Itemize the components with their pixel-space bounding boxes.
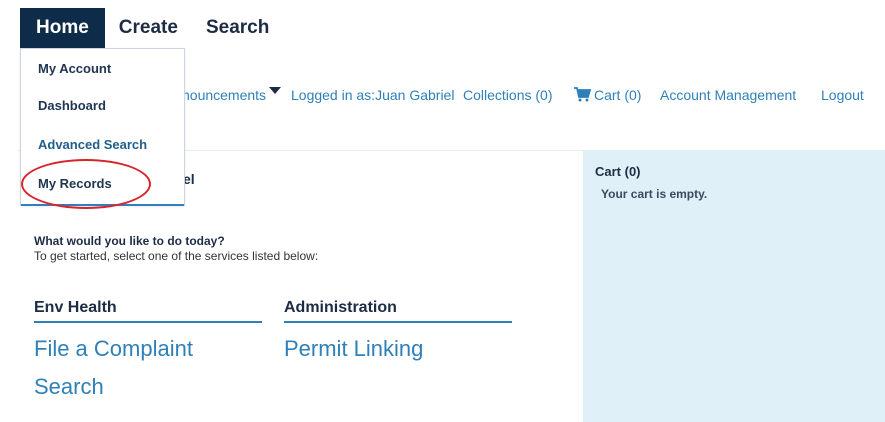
collections-link[interactable]: Collections (0) (463, 87, 552, 103)
menu-item-my-records[interactable]: My Records (38, 176, 112, 191)
section-administration: Administration (284, 299, 397, 316)
tab-home[interactable]: Home (20, 8, 105, 48)
logged-in-link[interactable]: Logged in as:Juan Gabriel (291, 87, 454, 103)
menu-item-advanced-search[interactable]: Advanced Search (38, 137, 147, 152)
search-link[interactable]: Search (34, 374, 104, 400)
file-complaint-link[interactable]: File a Complaint (34, 336, 193, 362)
logged-in-label[interactable]: Logged in as:Juan Gabriel (291, 87, 454, 103)
menu-item-my-account[interactable]: My Account (38, 61, 111, 76)
logout-link[interactable]: Logout (821, 87, 864, 103)
announcements-link[interactable]: nouncements (182, 87, 266, 103)
tab-search[interactable]: Search (192, 8, 283, 48)
top-nav: Home Create Search (20, 8, 283, 48)
cart-label[interactable]: Cart (0) (594, 87, 641, 103)
cart-empty-text: Your cart is empty. (601, 187, 708, 201)
question-heading: What would you like to do today? (34, 234, 225, 248)
section-divider-administration (284, 321, 512, 323)
menu-underline (21, 204, 184, 206)
logout-label[interactable]: Logout (821, 87, 864, 103)
section-env-health: Env Health (34, 299, 117, 316)
permit-linking-link[interactable]: Permit Linking (284, 336, 423, 362)
section-divider-env-health (34, 321, 262, 323)
home-dropdown-menu: My Account Dashboard Advanced Search My … (20, 48, 185, 206)
page: Home Create Search nouncements Logged in… (0, 0, 885, 422)
menu-item-dashboard[interactable]: Dashboard (38, 98, 106, 113)
account-management-link[interactable]: Account Management (660, 87, 796, 103)
account-management-label[interactable]: Account Management (660, 87, 796, 103)
cart-link[interactable]: Cart (0) (573, 87, 641, 103)
cart-panel: Cart (0) Your cart is empty. (583, 150, 885, 422)
caret-down-icon[interactable] (269, 87, 282, 94)
tab-create[interactable]: Create (105, 8, 192, 48)
shopping-cart-icon[interactable] (573, 87, 592, 102)
announcements-menu[interactable]: nouncements (182, 87, 282, 103)
hint-text: To get started, select one of the servic… (34, 249, 319, 263)
collections-label[interactable]: Collections (0) (463, 87, 552, 103)
cart-title: Cart (0) (595, 164, 641, 179)
